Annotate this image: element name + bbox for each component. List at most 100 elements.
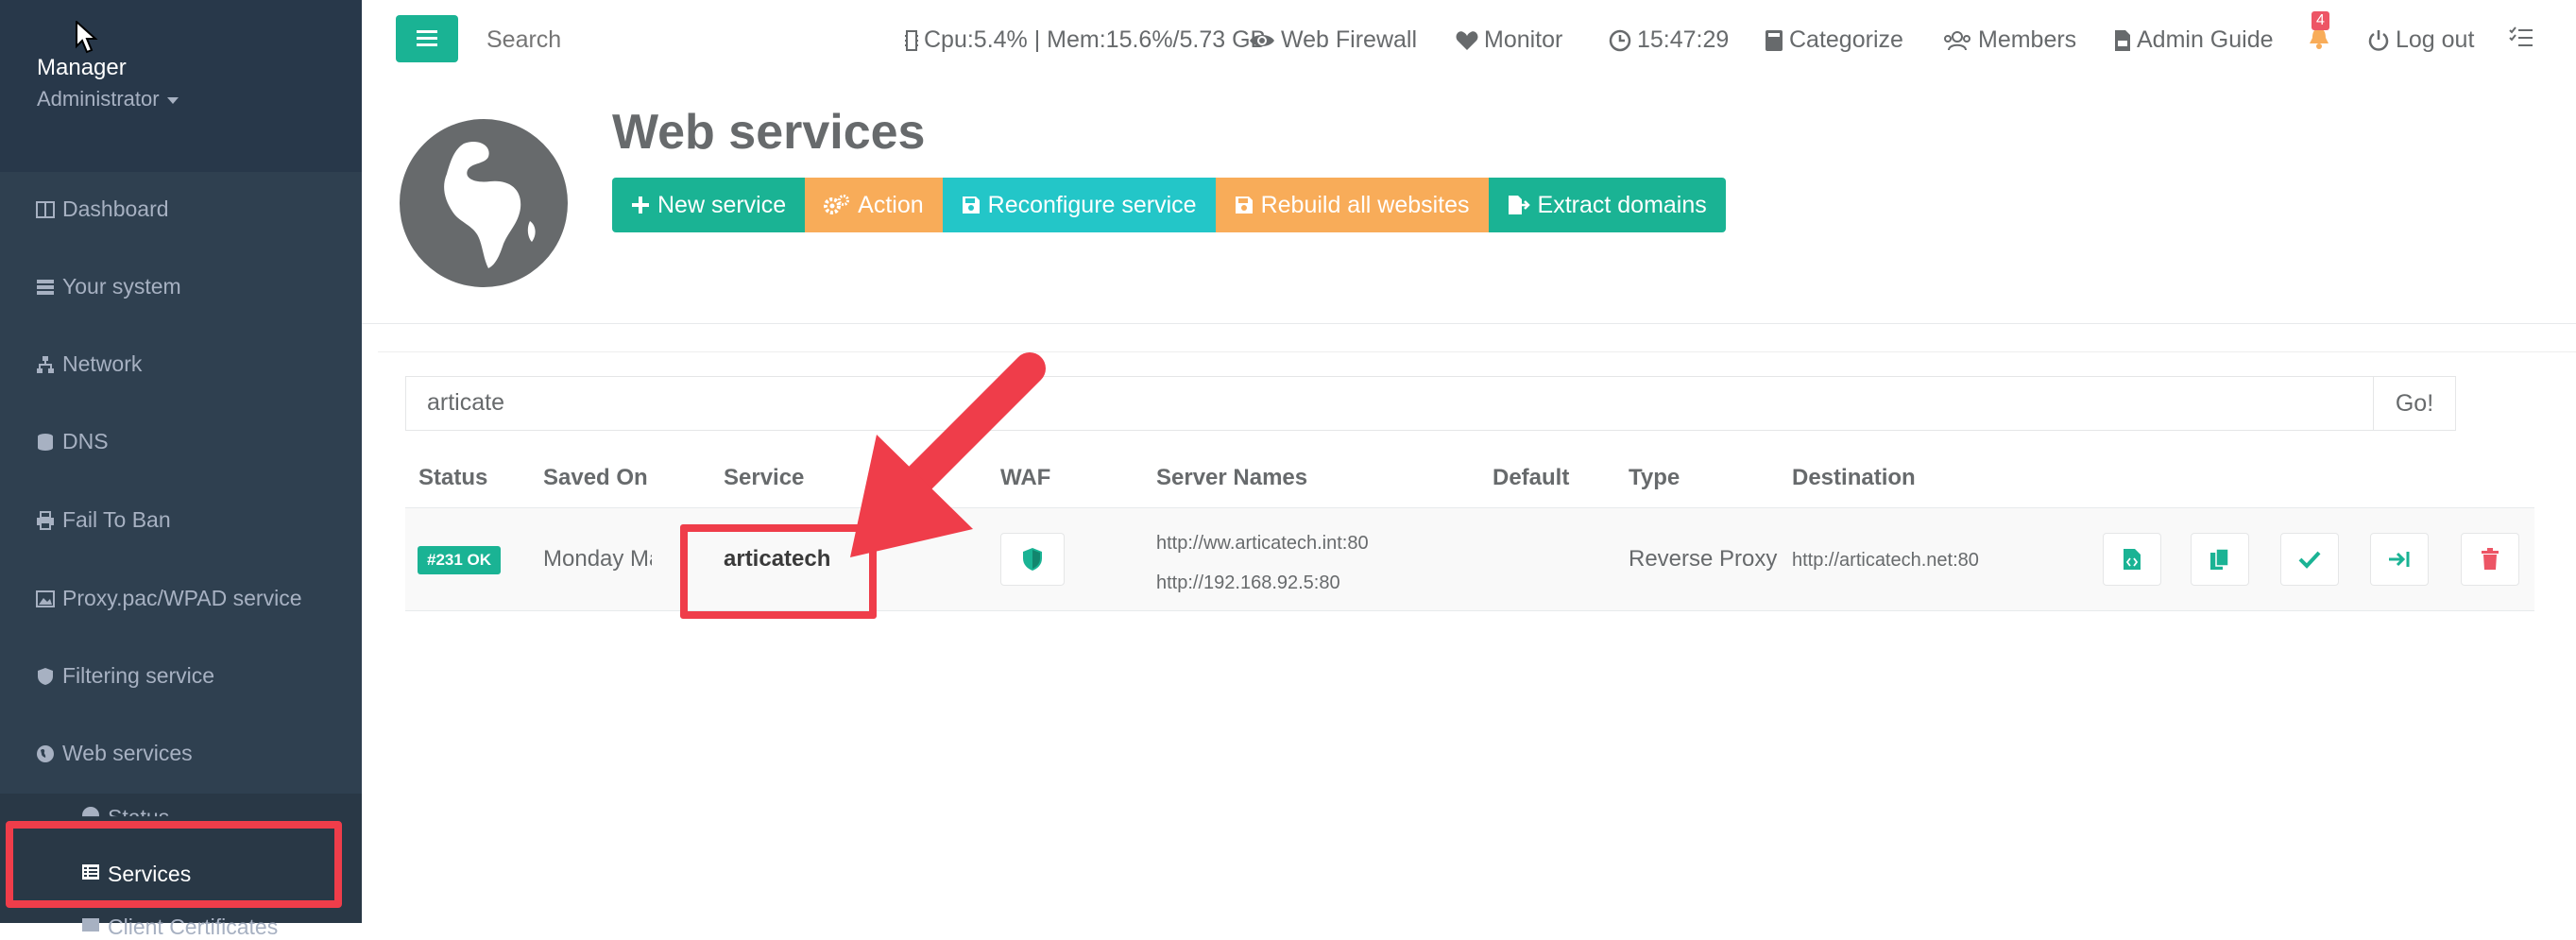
delete-service-button[interactable] (2461, 533, 2519, 586)
go-button[interactable]: Go! (2373, 377, 2455, 430)
logout-link[interactable]: Log out (2367, 26, 2474, 54)
web-firewall-link[interactable]: Web Firewall (1249, 26, 1417, 54)
caret-down-icon (166, 96, 179, 104)
action-button-group: New service Action Reconfigure service R… (612, 178, 1726, 232)
column-header-saved-on[interactable]: Saved On (543, 465, 648, 491)
sidebar-item-label: Dashboard (62, 197, 169, 221)
power-icon (2368, 29, 2389, 51)
globe-africa-icon (400, 119, 568, 287)
extract-domains-label: Extract domains (1537, 191, 1707, 218)
cpu-mem-indicator[interactable]: Cpu:5.4% | Mem:15.6%/5.73 GB (905, 26, 1266, 54)
extract-domains-button[interactable]: Extract domains (1488, 178, 1726, 232)
cpu-mem-text: Cpu:5.4% | Mem:15.6%/5.73 GB (924, 26, 1267, 53)
sidebar-item-dashboard[interactable]: Dashboard (36, 197, 169, 222)
action-button[interactable]: Action (805, 178, 943, 232)
enable-service-button[interactable] (2280, 533, 2339, 586)
type-cell: Reverse Proxy (1629, 546, 1778, 572)
profile-role-label: Administrator (37, 87, 160, 111)
new-service-label: New service (657, 191, 787, 218)
shield-icon (36, 667, 55, 686)
move-service-button[interactable] (2370, 533, 2429, 586)
sidebar-item-dns[interactable]: DNS (36, 429, 109, 454)
clock-time: 15:47:29 (1637, 26, 1730, 53)
server-icon (36, 278, 55, 297)
users-icon (1944, 30, 1970, 50)
profile-role-dropdown[interactable]: Administrator (37, 87, 179, 111)
divider (378, 351, 2576, 352)
sidebar-item-filtering-service[interactable]: Filtering service (36, 663, 214, 689)
clock-display[interactable]: 15:47:29 (1609, 26, 1729, 54)
rebuild-all-websites-label: Rebuild all websites (1260, 191, 1470, 218)
sidebar-item-web-services[interactable]: Web services (36, 741, 193, 766)
categorize-link[interactable]: Categorize (1765, 26, 1903, 54)
admin-guide-link[interactable]: Admin Guide (2114, 26, 2274, 54)
tasks-button[interactable] (2509, 26, 2533, 47)
members-link[interactable]: Members (1942, 26, 2076, 54)
profile-panel: Manager Administrator (0, 0, 362, 172)
column-header-type[interactable]: Type (1629, 465, 1680, 491)
save-icon (962, 197, 980, 214)
column-header-destination[interactable]: Destination (1792, 465, 1916, 491)
annotation-arrow-icon (850, 352, 1046, 557)
filter-search-input[interactable] (425, 388, 2129, 418)
column-header-service[interactable]: Service (724, 465, 804, 491)
sidebar-item-label: Proxy.pac/WPAD service (62, 586, 302, 610)
members-label: Members (1978, 26, 2077, 53)
categorize-label: Categorize (1789, 26, 1903, 53)
action-label: Action (858, 191, 924, 218)
server-name-cell: http://192.168.92.5:80 (1156, 573, 1340, 593)
sidebar: Manager Administrator Dashboard Your sys… (0, 0, 362, 939)
rebuild-all-websites-button[interactable]: Rebuild all websites (1215, 178, 1489, 232)
status-badge: #231 OK (418, 546, 502, 574)
copy-icon (2210, 548, 2229, 570)
microchip-icon (905, 29, 918, 51)
sidebar-item-label: Web services (62, 741, 193, 765)
column-header-status[interactable]: Status (418, 465, 487, 491)
image-icon (36, 590, 55, 608)
new-service-button[interactable]: New service (612, 178, 806, 232)
reconfigure-service-button[interactable]: Reconfigure service (942, 178, 1216, 232)
column-header-default[interactable]: Default (1493, 465, 1569, 491)
monitor-link[interactable]: Monitor (1456, 26, 1562, 54)
logout-label: Log out (2396, 26, 2475, 53)
sidebar-item-fail-to-ban[interactable]: Fail To Ban (36, 507, 171, 533)
sidebar-subitem-label: Client Certificates (108, 914, 279, 939)
page-title: Web services (612, 105, 926, 160)
check-icon (2298, 551, 2321, 569)
sitemap-icon (36, 355, 55, 374)
book-icon (1766, 29, 1783, 51)
file-export-icon (1508, 196, 1530, 214)
globe-icon (36, 744, 55, 763)
divider (362, 323, 2576, 324)
sidebar-item-proxy-pac[interactable]: Proxy.pac/WPAD service (36, 586, 301, 611)
database-icon (36, 433, 55, 452)
saved-on-cell: Monday May 02 (543, 546, 652, 572)
tasks-icon (2509, 26, 2533, 46)
mouse-cursor-icon (76, 21, 98, 54)
menu-toggle-button[interactable] (396, 15, 458, 62)
eye-icon (1250, 34, 1274, 46)
file-pdf-icon (2115, 29, 2130, 51)
notification-count-badge: 4 (2312, 11, 2329, 30)
sidebar-item-label: Your system (62, 274, 181, 299)
columns-icon (36, 200, 55, 219)
sidebar-subitem-client-certificates[interactable]: Client Certificates (81, 914, 278, 940)
destination-cell: http://articatech.net:80 (1792, 550, 1979, 571)
print-icon (36, 510, 55, 530)
server-name-cell: http://ww.articatech.int:80 (1156, 533, 1369, 554)
certificate-icon (81, 914, 100, 940)
profile-name: Manager (37, 55, 127, 80)
monitor-label: Monitor (1484, 26, 1563, 53)
file-code-icon (2124, 549, 2141, 570)
sidebar-item-your-system[interactable]: Your system (36, 274, 181, 299)
column-header-server-names[interactable]: Server Names (1156, 465, 1307, 491)
search-input[interactable] (486, 23, 675, 58)
sidebar-item-network[interactable]: Network (36, 351, 142, 377)
heart-icon (1456, 30, 1478, 50)
services-highlight-box (6, 821, 342, 908)
search-filter-group: Go! (405, 376, 2456, 431)
reconfigure-service-label: Reconfigure service (987, 191, 1197, 218)
copy-service-button[interactable] (2191, 533, 2249, 586)
view-config-button[interactable] (2103, 533, 2161, 586)
sidebar-item-label: Filtering service (62, 663, 215, 688)
